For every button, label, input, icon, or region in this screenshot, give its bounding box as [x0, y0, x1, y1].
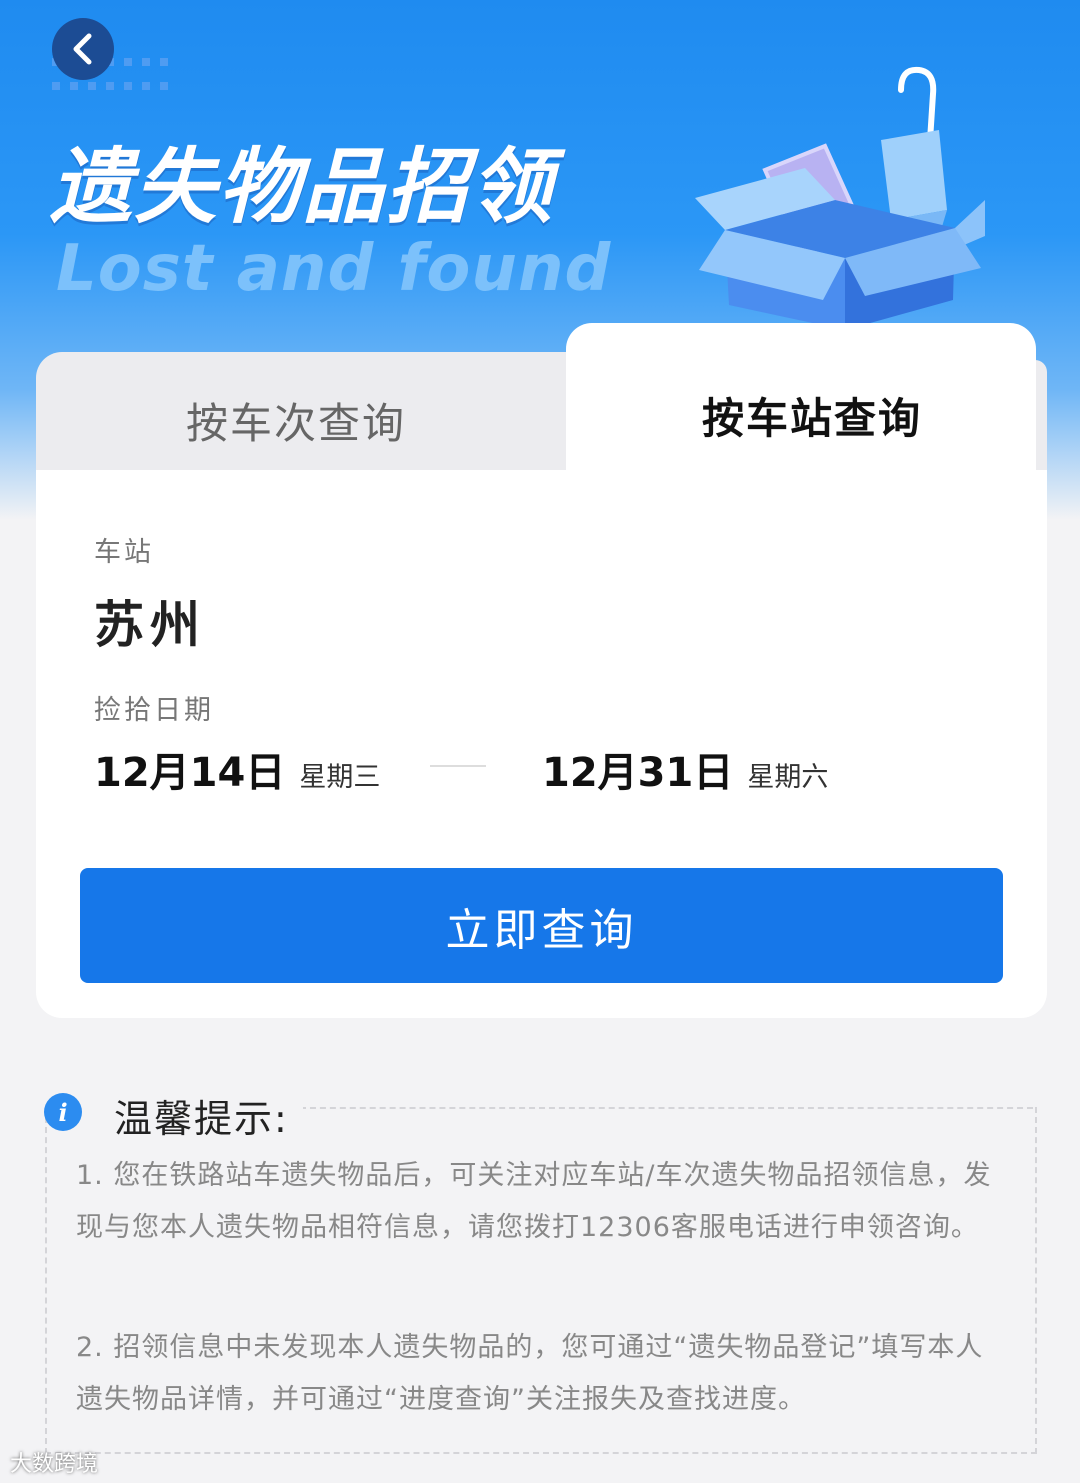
tab-by-station-label: 按车站查询 — [702, 394, 923, 443]
tips-title: 温馨提示: — [114, 1088, 303, 1143]
end-weekday: 星期六 — [747, 762, 829, 793]
end-date: 12月31日 — [542, 750, 734, 796]
tips-divider — [300, 1107, 1033, 1109]
date-range-separator — [430, 765, 486, 767]
query-button[interactable]: 立即查询 — [80, 868, 1003, 983]
box-umbrella-illustration — [695, 66, 985, 330]
tab-by-station[interactable]: 按车站查询 — [566, 323, 1036, 493]
page-subtitle: Lost and found — [56, 232, 612, 306]
back-button[interactable] — [52, 18, 114, 80]
start-date-field[interactable]: 12月14日 星期三 — [94, 740, 380, 798]
watermark: 大数跨境 — [10, 1452, 99, 1477]
tab-by-train-label: 按车次查询 — [186, 399, 407, 448]
chevron-left-icon — [73, 33, 92, 65]
station-label: 车站 — [94, 537, 154, 568]
date-label: 捡拾日期 — [94, 695, 214, 726]
page-title: 遗失物品招领 — [50, 140, 554, 235]
tab-by-train[interactable]: 按车次查询 — [36, 352, 596, 482]
end-date-field[interactable]: 12月31日 星期六 — [542, 740, 828, 798]
tip-item-1: 1. 您在铁路站车遗失物品后，可关注对应车站/车次遗失物品招领信息，发现与您本人… — [76, 1160, 992, 1243]
start-date: 12月14日 — [94, 750, 286, 796]
station-field[interactable]: 苏州 — [94, 585, 206, 657]
info-icon: i — [44, 1093, 82, 1131]
tip-item-2: 2. 招领信息中未发现本人遗失物品的，您可通过“遗失物品登记”填写本人遗失物品详… — [76, 1332, 984, 1415]
start-weekday: 星期三 — [299, 762, 381, 793]
